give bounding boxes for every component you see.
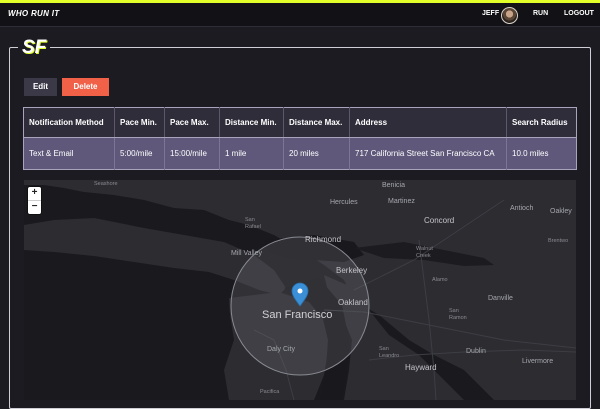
map-label: Concord <box>424 216 455 225</box>
map[interactable]: Seashore Benicia Martinez Hercules Antio… <box>24 180 576 400</box>
map-label: Oakland <box>338 298 368 307</box>
map-label: Brentwo <box>548 238 569 244</box>
cell-notification-method: Text & Email <box>23 137 115 170</box>
cell-search-radius: 10.0 miles <box>506 137 577 170</box>
header-distance-max: Distance Max. <box>283 107 350 138</box>
navbar: WHO RUN IT JEFF RUN LOGOUT <box>0 3 600 27</box>
map-label: Dublin <box>466 348 486 355</box>
map-zoom-control: + − <box>28 187 41 214</box>
map-label: Mill Valley <box>231 250 262 257</box>
cell-distance-max: 20 miles <box>283 137 350 170</box>
header-distance-min: Distance Min. <box>219 107 284 138</box>
map-label: Antioch <box>510 205 534 212</box>
header-search-radius: Search Radius <box>506 107 577 138</box>
cell-pace-min: 5:00/mile <box>114 137 165 170</box>
cell-distance-min: 1 mile <box>219 137 284 170</box>
map-label: San Leandro <box>379 346 400 359</box>
table-header-row: Notification Method Pace Min. Pace Max. … <box>23 107 577 138</box>
map-label: Hayward <box>405 363 437 372</box>
cell-address: 717 California Street San Francisco CA <box>349 137 507 170</box>
map-label: Benicia <box>382 182 405 189</box>
avatar[interactable] <box>501 7 518 24</box>
map-label: Berkeley <box>336 266 368 275</box>
map-label: Alamo <box>432 277 448 283</box>
edit-button[interactable]: Edit <box>24 78 57 96</box>
map-label: Walnut Creek <box>416 246 433 259</box>
map-label: Richmond <box>305 235 342 244</box>
nav-user-name[interactable]: JEFF <box>482 10 499 17</box>
cell-pace-max: 15:00/mile <box>164 137 220 170</box>
map-label: San Francisco <box>262 309 333 321</box>
nav-logout-link[interactable]: LOGOUT <box>564 10 594 17</box>
page-title: SF <box>18 37 51 59</box>
map-terrain <box>24 180 576 400</box>
header-pace-max: Pace Max. <box>164 107 220 138</box>
map-label: San Ramon <box>449 308 467 321</box>
nav-run-link[interactable]: RUN <box>533 10 548 17</box>
map-label: San Rafael <box>245 217 261 230</box>
map-label: Martinez <box>388 198 415 205</box>
map-label: Danville <box>488 295 513 302</box>
map-label: Daly City <box>267 346 296 353</box>
header-address: Address <box>349 107 507 138</box>
search-details-table: Notification Method Pace Min. Pace Max. … <box>23 107 577 170</box>
brand-logo[interactable]: WHO RUN IT <box>8 9 59 18</box>
table-row: Text & Email 5:00/mile 15:00/mile 1 mile… <box>23 137 577 170</box>
map-label: Hercules <box>330 199 358 206</box>
header-pace-min: Pace Min. <box>114 107 165 138</box>
map-label: Pacifica <box>260 389 280 395</box>
header-notification-method: Notification Method <box>23 107 115 138</box>
zoom-out-button[interactable]: − <box>28 201 41 214</box>
map-label: Livermore <box>522 358 554 365</box>
zoom-in-button[interactable]: + <box>28 187 41 201</box>
map-label: Oakley <box>550 208 572 215</box>
delete-button[interactable]: Delete <box>62 78 109 96</box>
map-label: Seashore <box>94 181 118 187</box>
